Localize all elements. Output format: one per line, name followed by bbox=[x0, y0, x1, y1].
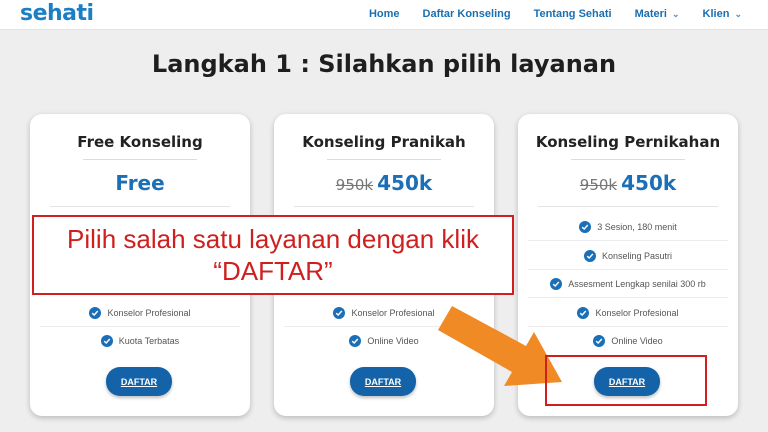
feature-item: Konselor Profesional bbox=[40, 299, 240, 327]
instruction-text: “DAFTAR” bbox=[213, 256, 333, 286]
check-circle-icon bbox=[89, 306, 102, 319]
nav-item-home[interactable]: Home bbox=[369, 8, 400, 20]
check-circle-icon bbox=[100, 335, 113, 347]
price-row: Free bbox=[30, 171, 250, 201]
divider bbox=[83, 159, 197, 160]
divider bbox=[327, 159, 441, 160]
nav-menu: Home Daftar Konseling Tentang Sehati Mat… bbox=[346, 0, 742, 28]
card-old-price: 950k bbox=[579, 176, 618, 194]
card-title: Free Konseling bbox=[77, 133, 203, 151]
top-navbar: sehati Home Daftar Konseling Tentang Seh… bbox=[0, 0, 768, 30]
card-old-price: 950k bbox=[335, 176, 374, 194]
divider bbox=[294, 206, 474, 207]
card-price: 450k bbox=[377, 171, 433, 195]
feature-item: Konseling Pasutri bbox=[528, 242, 728, 270]
check-circle-icon bbox=[550, 277, 563, 290]
card-price: Free bbox=[115, 171, 165, 195]
daftar-button[interactable]: DAFTAR bbox=[106, 367, 172, 396]
check-circle-icon bbox=[593, 335, 606, 347]
daftar-button[interactable]: DAFTAR bbox=[350, 367, 416, 396]
check-circle-icon bbox=[577, 306, 590, 319]
chevron-down-icon: ⌄ bbox=[672, 8, 680, 19]
check-circle-icon bbox=[583, 249, 596, 262]
nav-item-klien[interactable]: Klien ⌄ bbox=[703, 8, 742, 20]
feature-item: Assesment Lengkap senilai 300 rb bbox=[528, 270, 728, 298]
price-row: 950k 450k bbox=[518, 171, 738, 201]
card-title: Konseling Pranikah bbox=[302, 133, 466, 151]
nav-item-daftar-konseling[interactable]: Daftar Konseling bbox=[423, 8, 511, 20]
chevron-down-icon: ⌄ bbox=[734, 8, 742, 19]
card-title: Konseling Pernikahan bbox=[535, 133, 721, 151]
page-title: Langkah 1 : Silahkan pilih layanan bbox=[151, 50, 617, 78]
daftar-highlight-frame bbox=[545, 355, 707, 406]
divider bbox=[571, 159, 685, 160]
nav-item-tentang-sehati[interactable]: Tentang Sehati bbox=[534, 8, 612, 20]
check-circle-icon bbox=[579, 220, 592, 233]
check-circle-icon bbox=[333, 306, 346, 319]
card-price: 450k bbox=[621, 171, 677, 195]
price-row: 950k 450k bbox=[274, 171, 494, 201]
instruction-text: Pilih salah satu layanan dengan klik bbox=[67, 224, 479, 254]
nav-item-materi[interactable]: Materi ⌄ bbox=[635, 8, 680, 20]
divider bbox=[538, 206, 718, 207]
check-circle-icon bbox=[349, 335, 362, 347]
divider bbox=[50, 206, 230, 207]
feature-item: 3 Sesion, 180 menit bbox=[528, 213, 728, 241]
feature-item: Kuota Terbatas bbox=[40, 327, 240, 355]
sehati-logo[interactable]: sehati bbox=[20, 1, 94, 27]
instruction-callout: Pilih salah satu layanan dengan klik “DA… bbox=[32, 215, 514, 295]
